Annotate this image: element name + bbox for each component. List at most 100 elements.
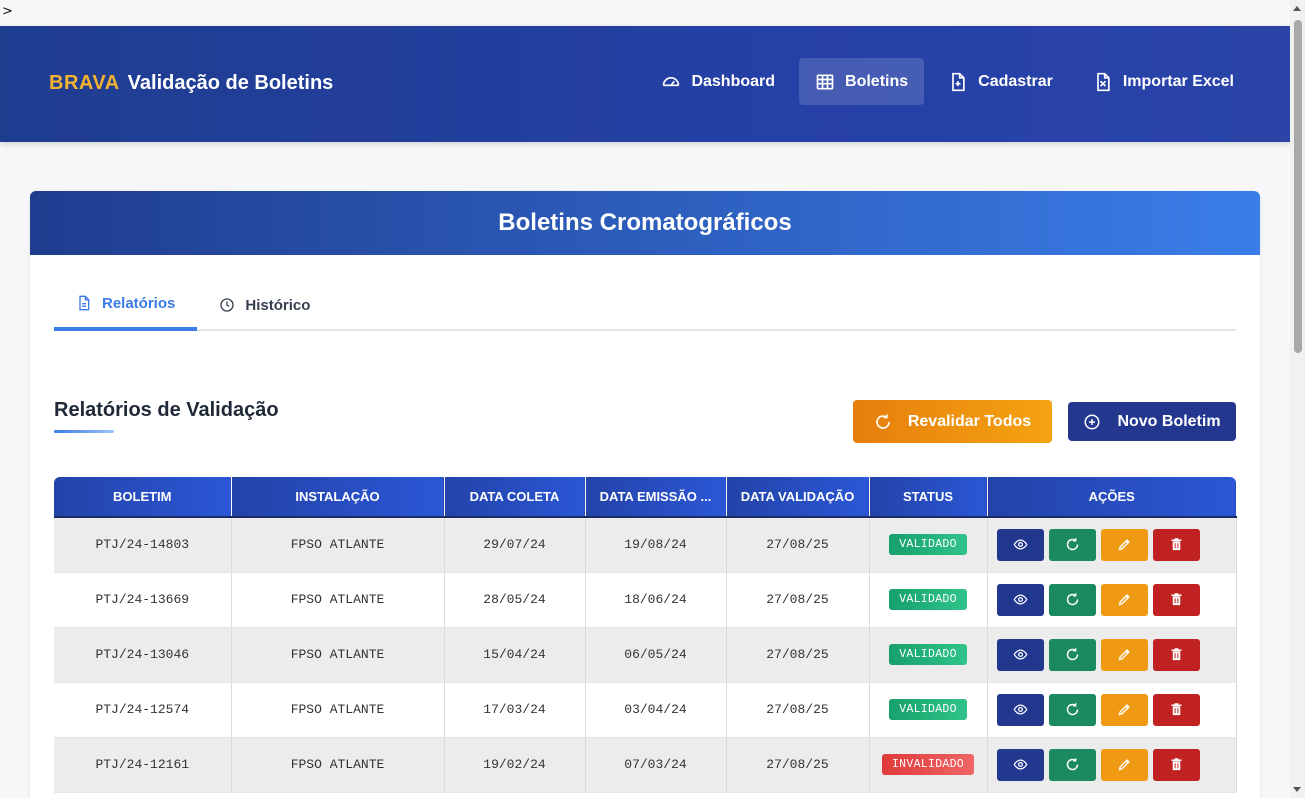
file-excel-icon	[1097, 72, 1110, 91]
edit-button[interactable]	[1100, 693, 1148, 726]
brand-title: Validação de Boletins	[127, 72, 334, 94]
brand-logo-text: BRAVA	[49, 72, 120, 94]
section-title: Relatórios de Validação	[54, 399, 279, 421]
view-button[interactable]	[996, 528, 1044, 561]
cell-boletim: PTJ/24-13669	[54, 572, 232, 628]
view-button[interactable]	[996, 693, 1044, 726]
row-actions	[988, 528, 1236, 561]
column-header-instalacao[interactable]: INSTALAÇÃO	[231, 477, 445, 518]
nav-importar-excel[interactable]: Importar Excel	[1077, 58, 1250, 105]
trash-icon	[1171, 593, 1181, 606]
status-badge: VALIDADO	[889, 699, 967, 720]
status-badge: INVALIDADO	[881, 754, 974, 775]
table-header-row: BOLETIM INSTALAÇÃO DATA COLETA DATA EMIS…	[54, 477, 1236, 518]
cell-instalacao: FPSO ATLANTE	[231, 737, 445, 793]
revalidate-all-label: Revalidar Todos	[907, 412, 1032, 430]
revalidate-button[interactable]	[1048, 583, 1096, 616]
pencil-icon	[1118, 594, 1130, 606]
eye-icon	[1013, 539, 1027, 550]
nav-cadastrar[interactable]: Cadastrar	[932, 58, 1069, 105]
table-row[interactable]: PTJ/24-12574 FPSO ATLANTE 17/03/24 03/04…	[54, 682, 1237, 738]
nav-importar-excel-label: Importar Excel	[1122, 72, 1234, 90]
revalidate-all-button[interactable]: Revalidar Todos	[853, 400, 1052, 443]
nav-cadastrar-label: Cadastrar	[978, 72, 1053, 90]
delete-button[interactable]	[1152, 748, 1200, 781]
scroll-up-arrow-icon[interactable]	[1293, 6, 1301, 11]
status-badge: VALIDADO	[889, 644, 967, 665]
view-button[interactable]	[996, 583, 1044, 616]
cell-instalacao: FPSO ATLANTE	[231, 682, 445, 738]
column-header-data-coleta[interactable]: DATA COLETA	[444, 477, 586, 518]
cell-data-validacao: 27/08/25	[726, 682, 870, 738]
revalidate-button[interactable]	[1048, 638, 1096, 671]
cell-data-coleta: 29/07/24	[444, 517, 586, 573]
delete-button[interactable]	[1152, 693, 1200, 726]
validation-table: BOLETIM INSTALAÇÃO DATA COLETA DATA EMIS…	[54, 477, 1237, 793]
table-row[interactable]: PTJ/24-14803 FPSO ATLANTE 29/07/24 19/08…	[54, 517, 1237, 573]
cell-status: INVALIDADO	[869, 737, 988, 793]
table-row[interactable]: PTJ/24-13046 FPSO ATLANTE 15/04/24 06/05…	[54, 627, 1237, 683]
tab-historico[interactable]: Histórico	[197, 279, 332, 331]
pencil-icon	[1118, 649, 1130, 661]
refresh-icon	[1066, 758, 1078, 771]
nav-boletins[interactable]: Boletins	[799, 58, 925, 105]
refresh-icon	[1066, 648, 1078, 661]
cell-data-coleta: 17/03/24	[444, 682, 586, 738]
table-icon	[816, 74, 834, 89]
eye-icon	[1013, 759, 1027, 770]
delete-button[interactable]	[1152, 638, 1200, 671]
column-header-boletim[interactable]: BOLETIM	[54, 477, 232, 518]
table-row[interactable]: PTJ/24-13669 FPSO ATLANTE 28/05/24 18/06…	[54, 572, 1237, 628]
table-row[interactable]: PTJ/24-12161 FPSO ATLANTE 19/02/24 07/03…	[54, 737, 1237, 793]
edit-button[interactable]	[1100, 748, 1148, 781]
card-title: Boletins Cromatográficos	[498, 209, 792, 236]
page-scrollbar[interactable]	[1290, 0, 1305, 798]
cell-status: VALIDADO	[869, 682, 988, 738]
cell-instalacao: FPSO ATLANTE	[231, 627, 445, 683]
new-boletim-button[interactable]: Novo Boletim	[1068, 402, 1236, 441]
nav-dashboard[interactable]: Dashboard	[645, 58, 791, 105]
status-badge: VALIDADO	[889, 534, 967, 556]
cell-data-coleta: 28/05/24	[444, 572, 586, 628]
edit-button[interactable]	[1100, 583, 1148, 616]
refresh-icon	[876, 414, 890, 429]
scroll-thumb[interactable]	[1294, 20, 1302, 353]
column-header-acoes: AÇÕES	[987, 477, 1236, 518]
cell-boletim: PTJ/24-12574	[54, 682, 232, 738]
column-header-data-emissao[interactable]: DATA EMISSÃO ...	[585, 477, 727, 518]
column-header-status[interactable]: STATUS	[869, 477, 988, 518]
delete-button[interactable]	[1152, 528, 1200, 561]
column-header-data-validacao[interactable]: DATA VALIDAÇÃO	[726, 477, 870, 518]
pencil-icon	[1118, 539, 1130, 551]
revalidate-button[interactable]	[1048, 528, 1096, 561]
page-caret: >	[2, 4, 13, 19]
edit-button[interactable]	[1100, 528, 1148, 561]
cell-data-emissao: 07/03/24	[585, 737, 727, 793]
refresh-icon	[1066, 593, 1078, 606]
brand[interactable]: BRAVA Validação de Boletins	[49, 72, 333, 95]
cell-data-emissao: 03/04/24	[585, 682, 727, 738]
cell-data-validacao: 27/08/25	[726, 737, 870, 793]
validation-table-wrapper: BOLETIM INSTALAÇÃO DATA COLETA DATA EMIS…	[54, 477, 1237, 793]
cell-boletim: PTJ/24-13046	[54, 627, 232, 683]
cell-data-validacao: 27/08/25	[726, 627, 870, 683]
cell-acoes	[987, 517, 1237, 573]
revalidate-button[interactable]	[1048, 693, 1096, 726]
scroll-down-arrow-icon[interactable]	[1293, 787, 1301, 792]
cell-data-emissao: 18/06/24	[585, 572, 727, 628]
file-plus-icon	[952, 72, 965, 91]
refresh-icon	[1066, 703, 1078, 716]
tab-relatorios-label: Relatórios	[102, 294, 176, 312]
revalidate-button[interactable]	[1048, 748, 1096, 781]
view-button[interactable]	[996, 748, 1044, 781]
plus-circle-icon	[1084, 414, 1100, 429]
delete-button[interactable]	[1152, 583, 1200, 616]
pencil-icon	[1118, 704, 1130, 716]
row-actions	[988, 693, 1236, 726]
tabs: Relatórios Histórico	[54, 279, 1236, 331]
cell-status: VALIDADO	[869, 517, 988, 573]
view-button[interactable]	[996, 638, 1044, 671]
edit-button[interactable]	[1100, 638, 1148, 671]
tab-relatorios[interactable]: Relatórios	[54, 279, 198, 331]
gauge-icon	[663, 76, 680, 86]
